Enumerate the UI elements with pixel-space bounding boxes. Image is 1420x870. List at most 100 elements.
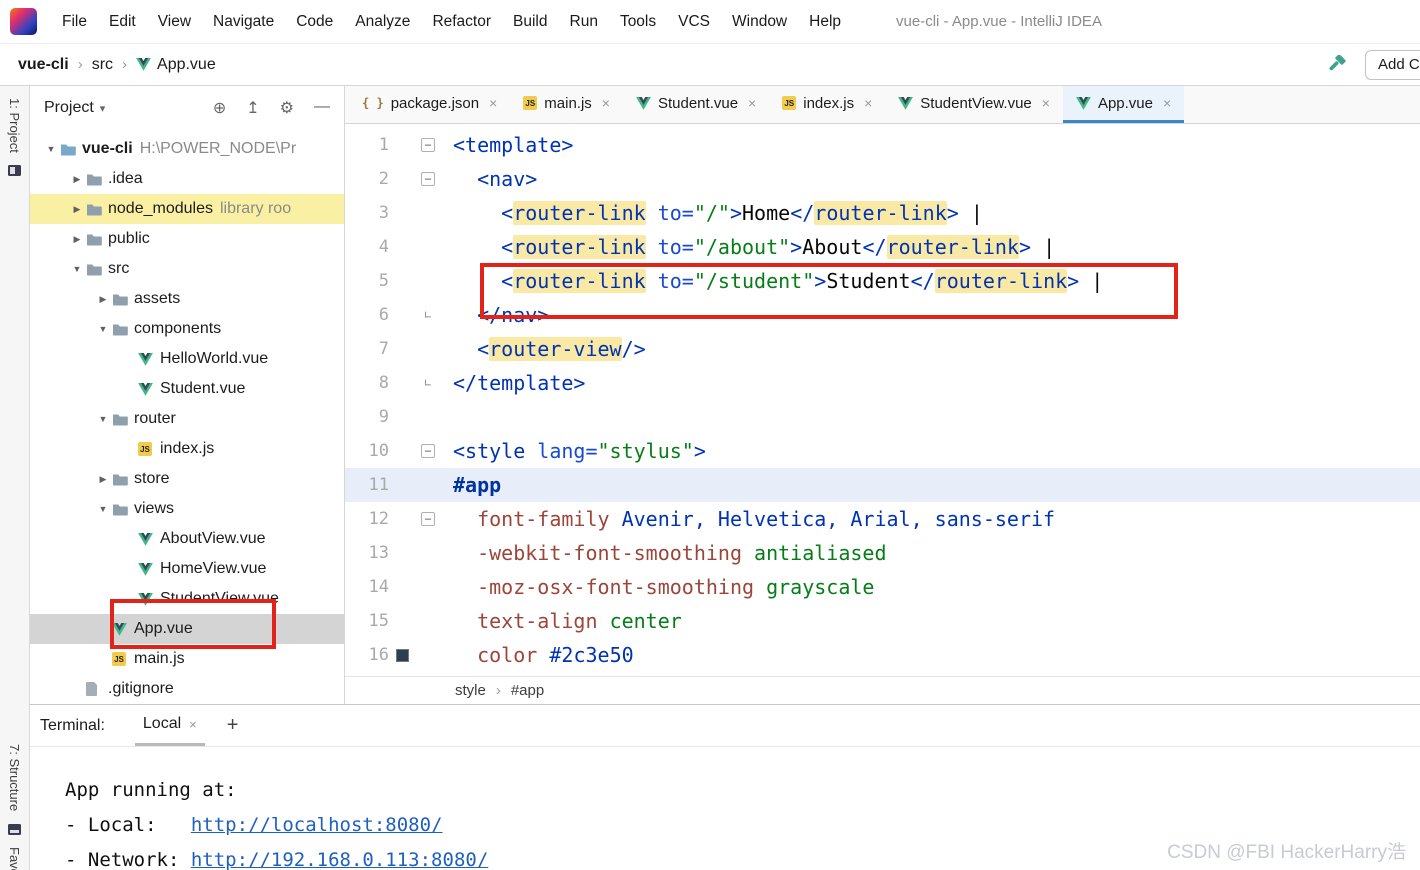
menu-refactor[interactable]: Refactor	[421, 13, 502, 31]
menu-tools[interactable]: Tools	[609, 13, 667, 31]
code-line-4[interactable]: 4 <router-link to="/about">About</router…	[345, 230, 1420, 264]
code-line-11[interactable]: 11#app	[345, 468, 1420, 502]
tab-close-icon[interactable]: ×	[489, 95, 497, 111]
code-editor[interactable]: 1−<template>2− <nav>3 <router-link to="/…	[345, 124, 1420, 676]
menu-window[interactable]: Window	[721, 13, 798, 31]
chevron-right-icon[interactable]: ▶	[68, 174, 86, 185]
editor-breadcrumb-app[interactable]: #app	[511, 682, 544, 699]
menu-build[interactable]: Build	[502, 13, 558, 31]
code-line-1[interactable]: 1−<template>	[345, 128, 1420, 162]
tree-item-helloworld-vue[interactable]: HelloWorld.vue	[30, 344, 344, 374]
breadcrumb-item-vue-cli[interactable]: vue-cli	[18, 56, 69, 74]
code-line-3[interactable]: 3 <router-link to="/">Home</router-link>…	[345, 196, 1420, 230]
editor-tab-student-vue[interactable]: Student.vue×	[623, 86, 769, 123]
tool-button-structure[interactable]: 7: Structure	[7, 744, 22, 811]
tab-close-icon[interactable]: ×	[189, 717, 197, 732]
fold-collapse-icon[interactable]: −	[421, 138, 435, 152]
menu-file[interactable]: File	[51, 13, 98, 31]
color-preview-swatch[interactable]	[396, 649, 409, 662]
chevron-down-icon[interactable]: ▼	[94, 324, 112, 334]
settings-gear-icon[interactable]: ⚙	[280, 98, 294, 118]
project-view-selector[interactable]: Project ▾	[44, 99, 105, 117]
code-line-7[interactable]: 7 <router-view/>	[345, 332, 1420, 366]
chevron-right-icon[interactable]: ▶	[68, 234, 86, 245]
code-line-6[interactable]: 6∟ </nav>	[345, 298, 1420, 332]
menu-edit[interactable]: Edit	[98, 13, 147, 31]
chevron-down-icon[interactable]: ▼	[42, 144, 60, 154]
tree-item-app-vue[interactable]: App.vue	[30, 614, 344, 644]
chevron-right-icon[interactable]: ▶	[94, 474, 112, 485]
chevron-right-icon[interactable]: ▶	[68, 204, 86, 215]
tree-item-homeview-vue[interactable]: HomeView.vue	[30, 554, 344, 584]
code-line-5[interactable]: 5 <router-link to="/student">Student</ro…	[345, 264, 1420, 298]
tree-item-main-js[interactable]: JSmain.js	[30, 644, 344, 674]
editor-tab-package-json[interactable]: { }package.json×	[349, 86, 510, 123]
fold-collapse-icon[interactable]: −	[421, 172, 435, 186]
tool-button-favorites[interactable]: Favorites	[7, 847, 22, 870]
tree-item-studentview-vue[interactable]: StudentView.vue	[30, 584, 344, 614]
code-line-14[interactable]: 14 -moz-osx-font-smoothing grayscale	[345, 570, 1420, 604]
code-line-8[interactable]: 8∟</template>	[345, 366, 1420, 400]
tree-item-idea[interactable]: ▶.idea	[30, 164, 344, 194]
tab-close-icon[interactable]: ×	[864, 95, 872, 111]
tab-close-icon[interactable]: ×	[1042, 95, 1050, 111]
menu-code[interactable]: Code	[285, 13, 344, 31]
menu-analyze[interactable]: Analyze	[344, 13, 421, 31]
tree-item-public[interactable]: ▶public	[30, 224, 344, 254]
tab-close-icon[interactable]: ×	[602, 95, 610, 111]
code-line-13[interactable]: 13 -webkit-font-smoothing antialiased	[345, 536, 1420, 570]
tab-close-icon[interactable]: ×	[1163, 95, 1171, 111]
tree-item-index-js[interactable]: JSindex.js	[30, 434, 344, 464]
tree-item-router[interactable]: ▼router	[30, 404, 344, 434]
tree-item-assets[interactable]: ▶assets	[30, 284, 344, 314]
menu-navigate[interactable]: Navigate	[202, 13, 285, 31]
tool-button-project[interactable]: 1: Project	[7, 98, 22, 153]
fold-collapse-icon[interactable]: −	[421, 512, 435, 526]
add-configuration-button[interactable]: Add C	[1365, 50, 1420, 80]
chevron-down-icon[interactable]: ▼	[94, 414, 112, 424]
breadcrumb-item-src[interactable]: src	[92, 56, 113, 74]
terminal-link[interactable]: http://localhost:8080/	[191, 814, 443, 836]
hide-panel-icon[interactable]: —	[314, 98, 330, 118]
tree-item-src[interactable]: ▼src	[30, 254, 344, 284]
menu-help[interactable]: Help	[798, 13, 852, 31]
editor-breadcrumb-style[interactable]: style	[455, 682, 486, 699]
tree-item-views[interactable]: ▼views	[30, 494, 344, 524]
fold-end-icon[interactable]: ∟	[424, 366, 431, 400]
tree-item-student-vue[interactable]: Student.vue	[30, 374, 344, 404]
build-hammer-icon[interactable]	[1327, 55, 1347, 75]
chevron-down-icon[interactable]: ▼	[68, 264, 86, 274]
tree-item-gitignore[interactable]: .gitignore	[30, 674, 344, 704]
project-tool-icon[interactable]	[7, 163, 22, 178]
menu-run[interactable]: Run	[559, 13, 609, 31]
chevron-down-icon[interactable]: ▼	[94, 504, 112, 514]
menu-view[interactable]: View	[147, 13, 202, 31]
editor-tab-index-js[interactable]: JSindex.js×	[769, 86, 885, 123]
tree-item-aboutview-vue[interactable]: AboutView.vue	[30, 524, 344, 554]
editor-tab-studentview-vue[interactable]: StudentView.vue×	[885, 86, 1063, 123]
terminal-tab-local[interactable]: Local ×	[135, 705, 205, 746]
code-line-12[interactable]: 12− font-family Avenir, Helvetica, Arial…	[345, 502, 1420, 536]
code-line-10[interactable]: 10−<style lang="stylus">	[345, 434, 1420, 468]
chevron-right-icon[interactable]: ▶	[94, 294, 112, 305]
fold-collapse-icon[interactable]: −	[421, 444, 435, 458]
breadcrumb-item-app-vue[interactable]: App.vue	[157, 56, 216, 74]
editor-tab-main-js[interactable]: JSmain.js×	[510, 86, 623, 123]
editor-tab-app-vue[interactable]: App.vue×	[1063, 86, 1184, 123]
terminal-link[interactable]: http://192.168.0.113:8080/	[191, 849, 488, 870]
collapse-all-icon[interactable]: ↥	[246, 98, 259, 118]
fold-end-icon[interactable]: ∟	[424, 298, 431, 332]
tree-item-store[interactable]: ▶store	[30, 464, 344, 494]
locate-icon[interactable]: ⊕	[213, 98, 226, 118]
code-line-9[interactable]: 9	[345, 400, 1420, 434]
code-line-15[interactable]: 15 text-align center	[345, 604, 1420, 638]
favorites-tool-icon[interactable]	[7, 822, 22, 837]
tab-close-icon[interactable]: ×	[748, 95, 756, 111]
code-line-16[interactable]: 16 color #2c3e50	[345, 638, 1420, 672]
code-line-2[interactable]: 2− <nav>	[345, 162, 1420, 196]
tree-item-node-modules[interactable]: ▶node_moduleslibrary roo	[30, 194, 344, 224]
tree-item-vue-cli[interactable]: ▼vue-cliH:\POWER_NODE\Pr	[30, 134, 344, 164]
tree-item-components[interactable]: ▼components	[30, 314, 344, 344]
new-terminal-button[interactable]: +	[227, 714, 239, 737]
menu-vcs[interactable]: VCS	[667, 13, 721, 31]
